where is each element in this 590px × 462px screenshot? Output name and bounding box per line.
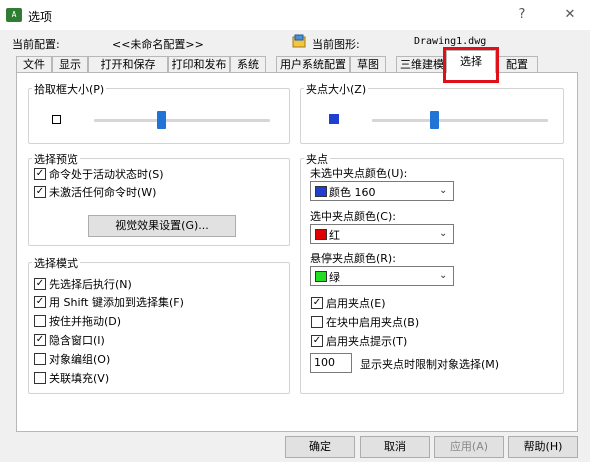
associative-hatch-label: 关联填充(V) [49,372,110,385]
hover-color-value: 绿 [329,271,340,284]
press-drag-label: 按住并拖动(D) [49,315,122,328]
hover-grip-color-label: 悬停夹点颜色(R): [310,252,396,265]
pickbox-slider-thumb[interactable] [156,111,166,129]
grip-object-limit-value: 100 [314,356,335,369]
selection-mode-title: 选择模式 [32,255,80,271]
noun-verb-label: 先选择后执行(N) [49,278,132,291]
selected-color-value: 红 [329,229,340,242]
ok-button[interactable]: 确定 [285,436,355,458]
grip-object-limit-input[interactable]: 100 [310,353,352,373]
associative-hatch-checkbox[interactable] [34,372,46,384]
hover-color-swatch [315,271,327,282]
selected-grip-color-label: 选中夹点颜色(C): [310,210,396,223]
cancel-button[interactable]: 取消 [360,436,430,458]
preview-active-command-label: 命令处于活动状态时(S) [49,168,164,181]
grip-size-title: 夹点大小(Z) [304,81,369,97]
help-button[interactable]: 帮助(H) [508,436,578,458]
unselected-color-value: 颜色 160 [329,186,376,199]
grips-in-blocks-checkbox[interactable] [311,316,323,328]
tab-profiles[interactable]: 配置 [496,56,538,73]
tab-display[interactable]: 显示 [52,56,88,73]
tab-system[interactable]: 系统 [230,56,266,73]
preview-no-command-checkbox[interactable]: ✓ [34,186,46,198]
visual-effects-button[interactable]: 视觉效果设置(G)... [88,215,236,237]
implied-window-checkbox[interactable]: ✓ [34,334,46,346]
pickbox-preview [52,115,61,124]
grip-size-slider-track[interactable] [372,119,548,122]
object-grouping-checkbox[interactable] [34,353,46,365]
selected-grip-color-select[interactable]: 红 ⌄ [310,224,454,244]
selection-tab-highlight [443,47,499,83]
enable-grips-checkbox[interactable]: ✓ [311,297,323,309]
grip-tips-label: 启用夹点提示(T) [326,335,408,348]
preview-active-command-checkbox[interactable]: ✓ [34,168,46,180]
tab-3d-modeling[interactable]: 三维建模 [396,56,448,73]
press-drag-checkbox[interactable] [34,315,46,327]
close-icon[interactable]: ✕ [560,6,580,24]
object-grouping-label: 对象编组(O) [49,353,111,366]
noun-verb-checkbox[interactable]: ✓ [34,278,46,290]
app-icon: A [6,8,22,22]
pickbox-slider-track[interactable] [94,119,270,122]
unselected-grip-color-label: 未选中夹点颜色(U): [310,167,408,180]
chevron-down-icon: ⌄ [439,228,448,239]
grip-object-limit-label: 显示夹点时限制对象选择(M) [360,358,500,371]
tab-files[interactable]: 文件 [16,56,52,73]
window-title: 选项 [28,10,53,24]
shift-add-checkbox[interactable]: ✓ [34,296,46,308]
apply-button[interactable]: 应用(A) [434,436,504,458]
grip-size-slider-thumb[interactable] [429,111,439,129]
title-bar: A 选项 ? ✕ [0,0,590,30]
tab-user-preferences[interactable]: 用户系统配置 [276,56,350,73]
selected-color-swatch [315,229,327,240]
chevron-down-icon: ⌄ [439,185,448,196]
unselected-grip-color-select[interactable]: 颜色 160 ⌄ [310,181,454,201]
hover-grip-color-select[interactable]: 绿 ⌄ [310,266,454,286]
preview-no-command-label: 未激活任何命令时(W) [49,186,157,199]
tab-drafting[interactable]: 草图 [350,56,386,73]
grip-tips-checkbox[interactable]: ✓ [311,335,323,347]
grips-in-blocks-label: 在块中启用夹点(B) [326,316,420,329]
pickbox-title: 拾取框大小(P) [32,81,107,97]
grip-size-preview [329,114,339,124]
current-config-label: 当前配置: [12,38,60,51]
tab-plot-publish[interactable]: 打印和发布 [168,56,230,73]
drawing-icon [292,34,306,48]
enable-grips-label: 启用夹点(E) [326,297,386,310]
chevron-down-icon: ⌄ [439,270,448,281]
unselected-color-swatch [315,186,327,197]
selection-preview-title: 选择预览 [32,151,80,167]
current-drawing-value: Drawing1.dwg [414,36,487,47]
implied-window-label: 隐含窗口(I) [49,334,105,347]
tab-open-save[interactable]: 打开和保存 [88,56,168,73]
shift-add-label: 用 Shift 键添加到选择集(F) [49,296,184,309]
current-drawing-label: 当前图形: [312,38,360,51]
help-icon[interactable]: ? [512,6,532,24]
current-config-value: <<未命名配置>> [112,38,204,51]
